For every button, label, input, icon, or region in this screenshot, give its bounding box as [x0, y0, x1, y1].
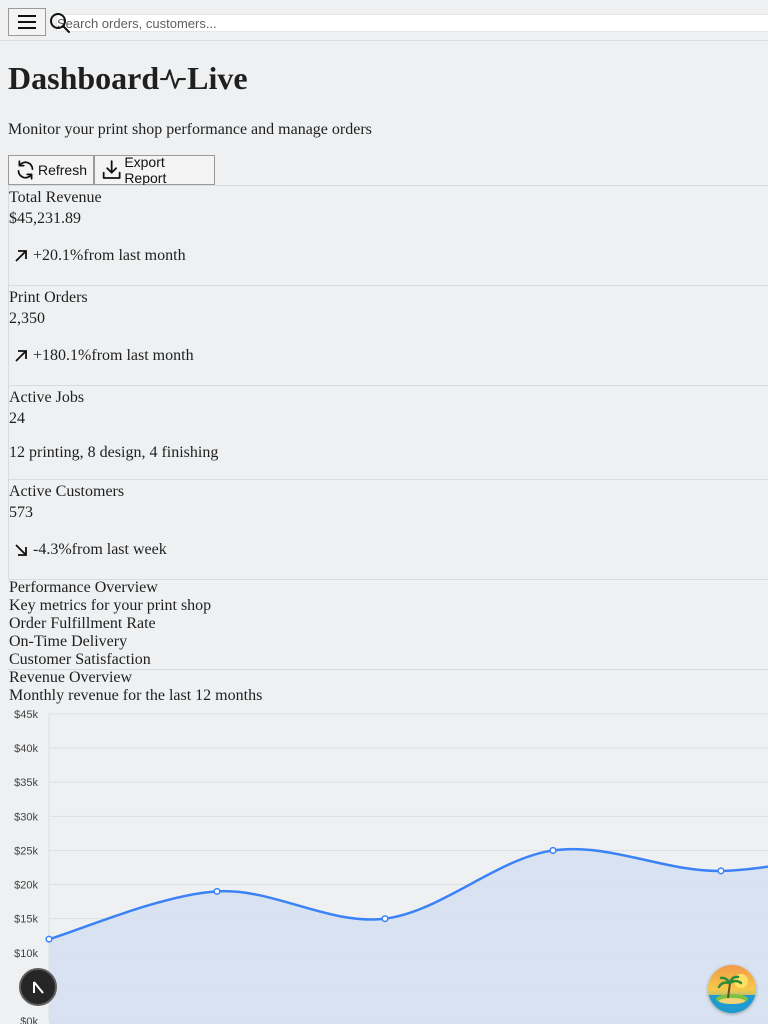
stat-change: +20.1%from last month	[13, 247, 186, 265]
page-title: Dashboard Live	[8, 58, 248, 98]
nextjs-logo-icon	[33, 981, 44, 994]
stat-change: -4.3%from last week	[13, 541, 167, 559]
page-title-text: Dashboard	[8, 59, 160, 96]
performance-title: Performance Overview	[9, 579, 158, 596]
metric-customer-satisfaction: Customer Satisfaction	[9, 651, 151, 668]
arrow-up-right-icon	[15, 350, 27, 362]
chart-y-tick-label: $10k	[14, 948, 38, 960]
live-label: Live	[187, 59, 248, 96]
export-report-button[interactable]: Export Report	[94, 154, 215, 186]
arrow-up-right-icon	[15, 250, 27, 262]
stat-value: $45,231.89	[9, 210, 81, 227]
stat-label: Total Revenue	[9, 189, 102, 206]
dev-tools-button[interactable]	[19, 968, 57, 1006]
stat-change-period: from last week	[71, 541, 167, 558]
chart-data-point	[213, 887, 221, 895]
download-icon	[102, 160, 121, 179]
export-report-label: Export Report	[124, 154, 167, 186]
search-input[interactable]	[56, 14, 768, 32]
chart-data-point	[549, 846, 557, 854]
refresh-label: Refresh	[37, 162, 87, 178]
stat-label: Print Orders	[9, 289, 88, 306]
pulse-icon	[160, 69, 187, 89]
top-bar	[0, 0, 768, 41]
stat-detail: 12 printing, 8 design, 4 finishing	[9, 444, 219, 461]
stat-change-period: from last month	[91, 347, 194, 364]
chart-y-tick-label: $25k	[14, 845, 38, 857]
search-icon	[50, 13, 70, 33]
stat-value: 573	[9, 504, 33, 521]
stat-label: Active Jobs	[9, 389, 85, 406]
chart-data-point	[381, 915, 389, 923]
revenue-title: Revenue Overview	[9, 669, 133, 686]
metric-order-fulfillment: Order Fulfillment Rate	[9, 615, 156, 632]
refresh-icon	[17, 160, 34, 180]
performance-description: Key metrics for your print shop	[9, 597, 212, 614]
page-subtitle: Monitor your print shop performance and …	[8, 121, 372, 138]
refresh-button[interactable]: Refresh	[8, 155, 94, 185]
chart-y-tick-label: $40k	[14, 743, 38, 755]
chart-y-tick-label: $45k	[14, 709, 38, 721]
stat-change-value: -4.3%	[33, 541, 72, 558]
stat-change-period: from last month	[83, 247, 186, 264]
stat-change-value: +20.1%	[33, 247, 84, 264]
hamburger-icon	[18, 15, 36, 29]
stat-label: Active Customers	[9, 483, 125, 500]
island-avatar-icon	[708, 965, 756, 1013]
assistant-avatar-button[interactable]	[708, 965, 756, 1013]
chart-y-tick-label: $35k	[14, 777, 38, 789]
chart-y-tick-label: $0k	[20, 1016, 38, 1024]
chart-y-tick-label: $30k	[14, 811, 38, 823]
chart-data-point	[717, 867, 725, 875]
stat-value: 2,350	[9, 310, 45, 327]
stat-card-active-customers: Active Customers 573 -4.3%from last week	[8, 479, 768, 579]
revenue-chart: $0k$5k$10k$15k$20k$25k$30k$35k$40k$45k	[14, 709, 768, 1024]
stat-value: 24	[9, 410, 25, 427]
stat-change: +180.1%from last month	[13, 347, 194, 365]
stat-change-value: +180.1%	[33, 347, 92, 364]
arrow-down-right-icon	[15, 544, 27, 556]
stat-card-active-jobs: Active Jobs 24 12 printing, 8 design, 4 …	[8, 385, 768, 479]
stat-card-total-revenue: Total Revenue $45,231.89 +20.1%from last…	[8, 185, 768, 285]
chart-area-fill	[49, 849, 768, 1024]
stat-card-print-orders: Print Orders 2,350 +180.1%from last mont…	[8, 285, 768, 385]
chart-y-tick-label: $20k	[14, 880, 38, 892]
chart-y-tick-label: $15k	[14, 914, 38, 926]
chart-data-point	[45, 935, 53, 943]
metric-on-time-delivery: On-Time Delivery	[9, 633, 128, 650]
menu-button[interactable]	[8, 8, 46, 36]
